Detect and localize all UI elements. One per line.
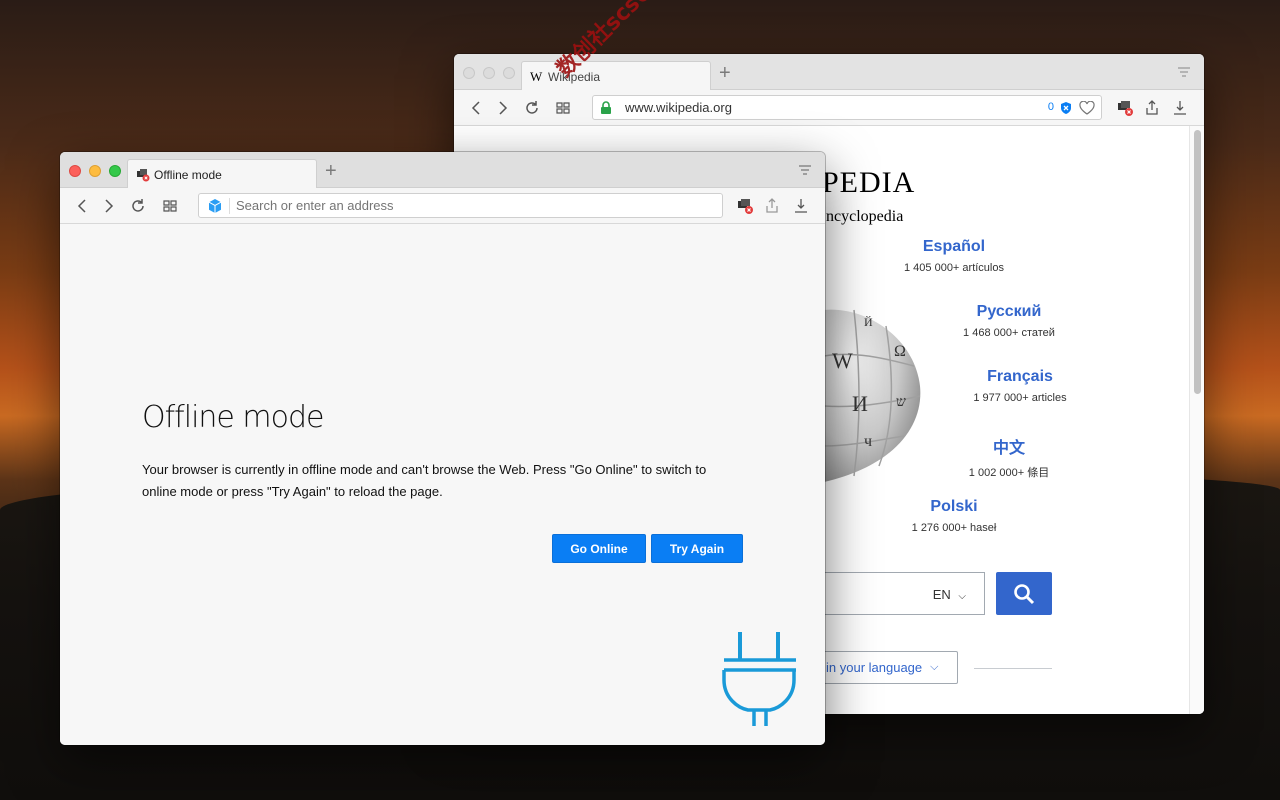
window-controls	[463, 67, 515, 79]
offline-status-icon[interactable]	[1116, 99, 1134, 117]
svg-text:ש: ש	[896, 395, 906, 410]
language-link-french[interactable]: Français 1 977 000+ articles	[930, 368, 1110, 404]
tab-overview-icon[interactable]	[554, 99, 572, 117]
tab-offline-mode[interactable]: Offline mode	[127, 159, 317, 189]
page-content: Offline mode Your browser is currently i…	[60, 224, 825, 745]
minimize-window-button[interactable]	[89, 165, 101, 177]
scrollbar-thumb[interactable]	[1194, 130, 1201, 394]
language-link-russian[interactable]: Русский 1 468 000+ статей	[919, 303, 1099, 339]
close-window-button[interactable]	[463, 67, 475, 79]
minimize-window-button[interactable]	[483, 67, 495, 79]
language-name: Polski	[930, 498, 978, 515]
tab-overview-icon[interactable]	[161, 197, 179, 215]
window-controls	[69, 165, 121, 177]
tab-title: Offline mode	[154, 167, 222, 182]
svg-text:Ω: Ω	[894, 343, 906, 360]
downloads-icon[interactable]	[792, 197, 810, 215]
wikipedia-globe-logo: W И Ω ч ש Й	[824, 309, 921, 482]
privacy-counter: 0	[1047, 101, 1054, 113]
language-link-polish[interactable]: Polski 1 276 000+ haseł	[864, 498, 1044, 534]
vertical-scrollbar[interactable]	[1189, 126, 1204, 714]
article-count: 1 468 000+ статей	[963, 327, 1055, 339]
divider	[974, 668, 1052, 669]
tab-menu-icon[interactable]	[798, 165, 812, 175]
search-button[interactable]	[996, 572, 1052, 615]
close-window-button[interactable]	[69, 165, 81, 177]
back-arrow-icon[interactable]	[468, 99, 486, 117]
svg-text:Й: Й	[864, 315, 873, 329]
article-count: 1 405 000+ artículos	[904, 262, 1004, 274]
browser-window-offline: Offline mode + Offline mode Your browser…	[60, 152, 825, 745]
address-bar[interactable]: www.wikipedia.org 0	[592, 95, 1102, 120]
forward-arrow-icon[interactable]	[99, 197, 117, 215]
article-count: 1 977 000+ articles	[973, 392, 1067, 404]
power-plug-icon	[722, 632, 796, 726]
svg-text:ч: ч	[864, 433, 872, 450]
article-count: 1 276 000+ haseł	[911, 522, 997, 534]
zoom-window-button[interactable]	[503, 67, 515, 79]
language-link-chinese[interactable]: 中文 1 002 000+ 條目	[919, 434, 1099, 480]
tab-bar: Offline mode +	[60, 152, 825, 189]
offline-status-icon[interactable]	[736, 197, 754, 215]
new-tab-plus-icon[interactable]: +	[325, 160, 337, 183]
language-link-espanol[interactable]: Español 1 405 000+ artículos	[864, 238, 1044, 274]
svg-text:W: W	[832, 348, 853, 373]
reload-icon[interactable]	[129, 197, 147, 215]
wikipedia-tagline: ncyclopedia	[826, 208, 904, 225]
share-icon[interactable]	[1143, 99, 1161, 117]
forward-arrow-icon[interactable]	[493, 99, 511, 117]
address-input-divider	[229, 197, 230, 214]
search-input[interactable]: EN ⌵	[804, 572, 985, 615]
article-count: 1 002 000+ 條目	[968, 467, 1050, 479]
language-name: Español	[922, 238, 986, 255]
wikipedia-wordmark: PEDIA	[822, 166, 916, 199]
go-online-button[interactable]: Go Online	[552, 534, 646, 563]
navigation-toolbar	[60, 188, 825, 224]
tab-menu-icon[interactable]	[1177, 67, 1191, 77]
chevron-down-icon: ⌵	[930, 661, 939, 673]
offline-status-icon	[137, 169, 150, 182]
secure-lock-icon	[601, 100, 611, 114]
new-tab-plus-icon[interactable]: +	[719, 62, 731, 85]
read-in-language-button[interactable]: in your language ⌵	[804, 651, 958, 684]
downloads-icon[interactable]	[1171, 99, 1189, 117]
try-again-button[interactable]: Try Again	[651, 534, 743, 563]
address-input[interactable]	[236, 198, 696, 213]
offline-message: Your browser is currently in offline mod…	[142, 462, 707, 499]
privacy-shield-icon[interactable]	[1059, 101, 1073, 115]
page-title: Offline mode	[142, 400, 324, 435]
favorite-heart-icon[interactable]	[1079, 101, 1095, 115]
language-name: Русский	[976, 303, 1042, 320]
search-icon	[1014, 584, 1035, 605]
url-text: www.wikipedia.org	[625, 100, 732, 115]
search-language-select[interactable]: EN ⌵	[933, 587, 966, 602]
back-arrow-icon[interactable]	[74, 197, 92, 215]
language-name: 中文	[992, 440, 1025, 457]
svg-text:И: И	[852, 391, 868, 416]
zoom-window-button[interactable]	[109, 165, 121, 177]
cube-icon	[208, 198, 222, 213]
navigation-toolbar: www.wikipedia.org 0	[454, 90, 1204, 126]
chevron-down-icon: ⌵	[958, 591, 966, 602]
share-icon[interactable]	[763, 197, 781, 215]
tab-wikipedia[interactable]: W Wikipedia	[521, 61, 711, 91]
wikipedia-favicon-icon: W	[530, 69, 543, 84]
language-name: Français	[987, 368, 1053, 385]
reload-icon[interactable]	[523, 99, 541, 117]
address-bar[interactable]	[198, 193, 723, 218]
